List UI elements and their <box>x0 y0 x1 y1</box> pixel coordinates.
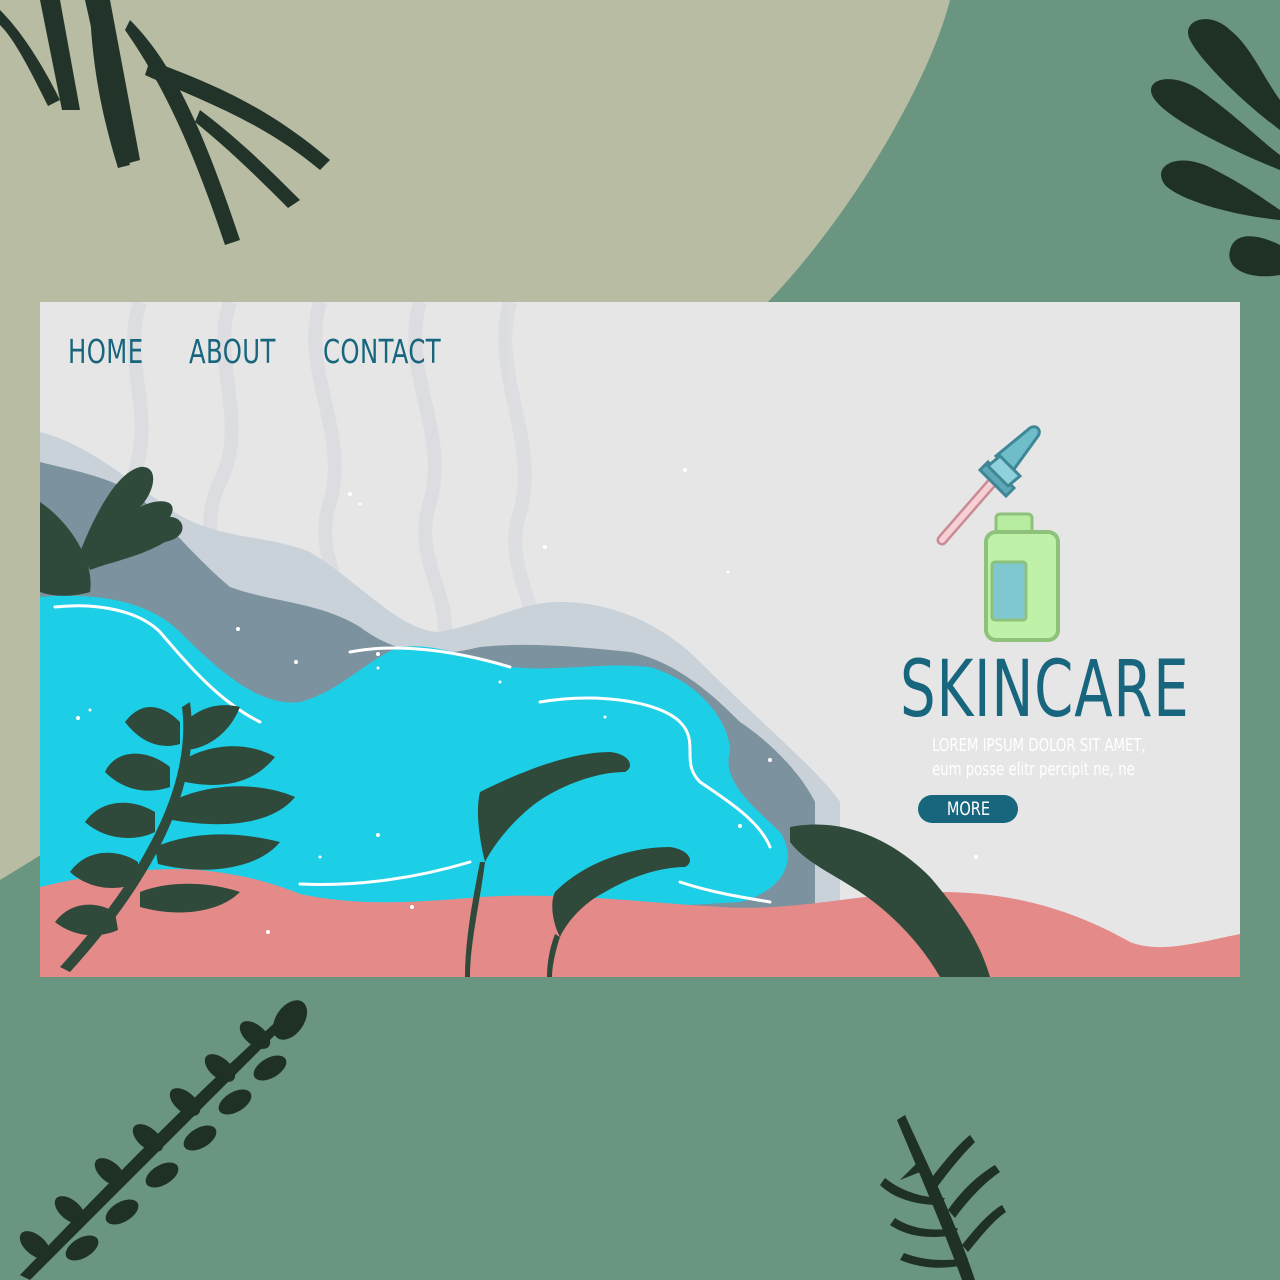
sprig-bottom-left-icon <box>19 1000 308 1280</box>
hero-title: SKINCARE <box>900 645 1190 735</box>
serum-bottle-icon <box>984 512 1060 642</box>
hero-tagline: LOREM IPSUM DOLOR SIT AMET, eum posse el… <box>932 734 1146 782</box>
nav-contact-link[interactable]: CONTACT <box>323 332 441 371</box>
leaf-top-right-icon <box>1151 19 1280 277</box>
nav-home-link[interactable]: HOME <box>68 332 144 371</box>
serum-product-icon <box>936 425 1060 642</box>
landing-page-card: HOME ABOUT CONTACT SKINCARE LOREM IPSUM … <box>40 302 1240 977</box>
nav-about-link[interactable]: ABOUT <box>189 332 276 371</box>
fern-bottom-right-icon <box>880 1115 1006 1280</box>
tagline-line-1: LOREM IPSUM DOLOR SIT AMET, <box>932 735 1146 756</box>
more-button-label: MORE <box>946 798 990 820</box>
more-button[interactable]: MORE <box>918 795 1018 823</box>
tagline-line-2: eum posse elitr percipit ne, ne <box>932 759 1135 780</box>
